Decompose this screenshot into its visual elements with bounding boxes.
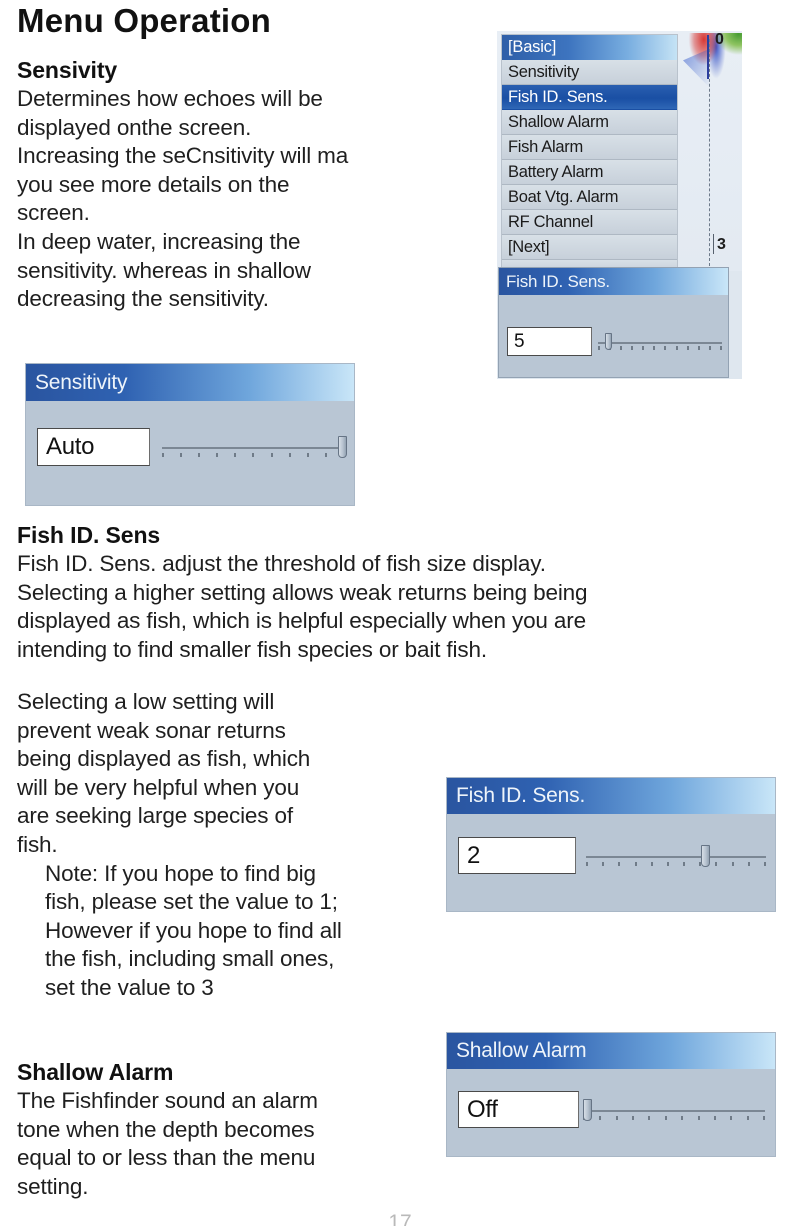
body-line: fish. bbox=[17, 831, 58, 857]
body-line: are seeking large species of bbox=[17, 803, 293, 829]
panel-fish-id-sens[interactable]: Fish ID. Sens. 2 bbox=[446, 777, 776, 912]
basic-menu-list[interactable]: [Basic] Sensitivity Fish ID. Sens. Shall… bbox=[501, 34, 678, 274]
body-line: In deep water, increasing the bbox=[17, 228, 301, 254]
depth-dashed-line bbox=[709, 39, 710, 271]
slider-rail bbox=[162, 447, 345, 449]
page-title: Menu Operation bbox=[17, 2, 271, 39]
sensitivity-value-field[interactable]: Auto bbox=[37, 428, 150, 466]
slider-rail bbox=[586, 856, 766, 858]
section-heading-shallow-alarm: Shallow Alarm bbox=[17, 1059, 174, 1085]
popup-value-field[interactable]: 5 bbox=[507, 327, 592, 356]
shallow-alarm-slider[interactable] bbox=[583, 1094, 765, 1128]
menu-item-boat-vtg-alarm[interactable]: Boat Vtg. Alarm bbox=[502, 185, 677, 210]
depth-label-mid: 3 bbox=[717, 236, 726, 253]
body-line: you see more details on the bbox=[17, 171, 290, 197]
section-low-setting: Selecting a low setting will prevent wea… bbox=[17, 688, 447, 1003]
note-line: set the value to 3 bbox=[45, 974, 214, 1000]
sensitivity-slider[interactable] bbox=[162, 431, 347, 465]
popup-title: Fish ID. Sens. bbox=[499, 268, 728, 295]
menu-item-rf-channel[interactable]: RF Channel bbox=[502, 210, 677, 235]
note-line: However if you hope to find all bbox=[45, 917, 342, 943]
body-line: tone when the depth becomes bbox=[17, 1116, 315, 1142]
body-line: Increasing the seCnsitivity will ma bbox=[17, 143, 349, 169]
section-heading-sensivity: Sensivity bbox=[17, 57, 118, 83]
slider-thumb[interactable] bbox=[583, 1099, 592, 1121]
device-screenshot-menu: 0 3 [Basic] Sensitivity Fish ID. Sens. S… bbox=[497, 31, 742, 379]
body-line: equal to or less than the menu bbox=[17, 1145, 316, 1171]
body-line: will be very helpful when you bbox=[17, 774, 300, 800]
body-line: intending to find smaller fish species o… bbox=[17, 636, 487, 662]
body-line: Determines how echoes will be bbox=[17, 86, 323, 111]
panel-shallow-alarm[interactable]: Shallow Alarm Off bbox=[446, 1032, 776, 1157]
section-shallow-alarm: Shallow Alarm The Fishfinder sound an al… bbox=[17, 1058, 447, 1201]
depth-label-top: 0 bbox=[715, 31, 724, 48]
body-line: The Fishfinder sound an alarm bbox=[17, 1088, 318, 1113]
slider-thumb[interactable] bbox=[337, 436, 347, 458]
body-line: prevent weak sonar returns bbox=[17, 717, 286, 743]
panel-title-sensitivity: Sensitivity bbox=[26, 364, 354, 401]
popup-panel-fish-id-sens[interactable]: Fish ID. Sens. 5 bbox=[498, 267, 729, 378]
slider-rail bbox=[583, 1110, 765, 1112]
slider-ticks bbox=[598, 346, 722, 350]
slider-ticks bbox=[586, 862, 766, 866]
section-fish-id-sens: Fish ID. Sens Fish ID. Sens. adjust the … bbox=[17, 521, 797, 664]
fish-id-sens-value-field[interactable]: 2 bbox=[458, 837, 576, 874]
body-line: displayed onthe screen. bbox=[17, 114, 252, 140]
menu-item-shallow-alarm[interactable]: Shallow Alarm bbox=[502, 110, 677, 135]
body-line: being displayed as fish, which bbox=[17, 746, 311, 772]
body-line: sensitivity. whereas in shallow bbox=[17, 257, 311, 283]
menu-item-next[interactable]: [Next] bbox=[502, 235, 677, 260]
note-line: fish, please set the value to 1; bbox=[45, 889, 338, 915]
slider-rail bbox=[598, 342, 722, 344]
body-line: setting. bbox=[17, 1173, 89, 1199]
body-line: screen. bbox=[17, 200, 90, 226]
popup-slider[interactable] bbox=[598, 329, 722, 355]
depth-tick-icon bbox=[713, 234, 714, 254]
panel-title-shallow-alarm: Shallow Alarm bbox=[447, 1033, 775, 1069]
menu-header-basic: [Basic] bbox=[502, 35, 677, 60]
section-heading-fish-id-sens: Fish ID. Sens bbox=[17, 522, 161, 548]
slider-ticks bbox=[583, 1116, 765, 1120]
menu-item-battery-alarm[interactable]: Battery Alarm bbox=[502, 160, 677, 185]
body-line: Selecting a higher setting allows weak r… bbox=[17, 579, 588, 605]
shallow-alarm-value-field[interactable]: Off bbox=[458, 1091, 579, 1128]
slider-ticks bbox=[162, 453, 345, 457]
slider-thumb[interactable] bbox=[701, 845, 711, 867]
section-sensivity: Sensivity Determines how echoes will be … bbox=[17, 56, 487, 314]
body-line: Fish ID. Sens. adjust the threshold of f… bbox=[17, 551, 546, 576]
menu-item-sensitivity[interactable]: Sensitivity bbox=[502, 60, 677, 85]
slider-thumb[interactable] bbox=[605, 333, 613, 350]
page-number: 17 bbox=[388, 1212, 412, 1226]
body-line: displayed as fish, which is helpful espe… bbox=[17, 608, 586, 634]
panel-sensitivity[interactable]: Sensitivity Auto bbox=[25, 363, 355, 506]
note-line: Note: If you hope to find big bbox=[45, 860, 316, 886]
menu-item-fish-alarm[interactable]: Fish Alarm bbox=[502, 135, 677, 160]
menu-item-fish-id-sens[interactable]: Fish ID. Sens. bbox=[502, 85, 677, 110]
fish-id-sens-slider[interactable] bbox=[586, 840, 766, 874]
body-line: decreasing the sensitivity. bbox=[17, 286, 269, 312]
panel-title-fish-id-sens: Fish ID. Sens. bbox=[447, 778, 775, 814]
body-line: Selecting a low setting will bbox=[17, 689, 275, 714]
note-line: the fish, including small ones, bbox=[45, 946, 335, 972]
